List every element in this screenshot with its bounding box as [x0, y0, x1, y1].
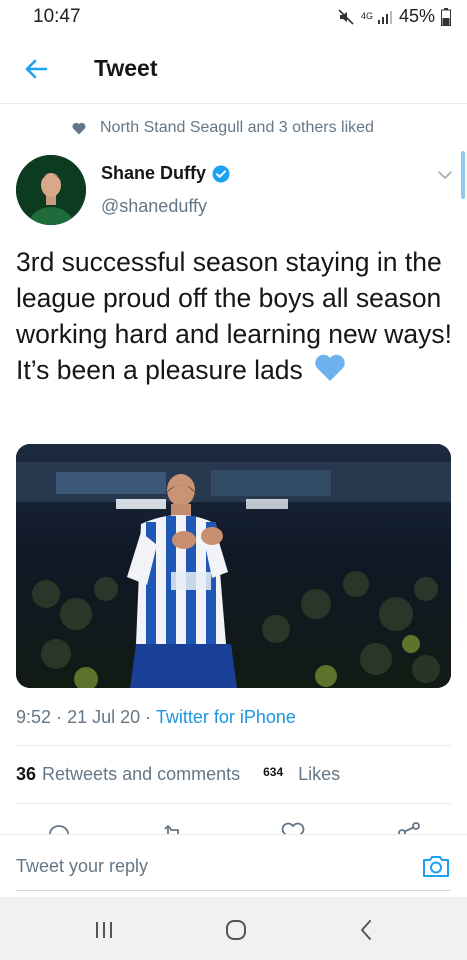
blue-heart-emoji-icon [315, 354, 345, 381]
network-type: 4G [360, 11, 373, 21]
reply-bar: Tweet your reply [0, 834, 467, 896]
reply-underline [16, 890, 451, 891]
tweet-actions [0, 818, 467, 834]
meta-separator: · [56, 707, 63, 727]
tweet-source-link[interactable]: Twitter for iPhone [156, 707, 296, 727]
tweet-body: 3rd successful season staying in the lea… [16, 247, 453, 385]
divider [16, 745, 451, 746]
social-context-text: North Stand Seagull and 3 others liked [100, 119, 374, 136]
status-time: 10:47 [33, 6, 81, 27]
arrow-left-icon[interactable] [20, 53, 52, 85]
status-bar: 10:47 4G 45% [0, 0, 467, 31]
battery-icon [441, 7, 451, 26]
avatar-image [16, 155, 86, 225]
verified-badge-icon [212, 165, 230, 182]
tweet-media-photo[interactable] [16, 444, 451, 688]
retweets-count: 36 [16, 764, 37, 784]
tweet-meta: 9:52 · 21 Jul 20 · Twitter for iPhone [16, 707, 296, 728]
signal-icon [377, 10, 392, 24]
status-icons: 4G 45% [337, 6, 451, 27]
retweets-stat[interactable]: 36 Retweets and comments [16, 764, 240, 785]
app-header: Tweet [0, 31, 467, 104]
mute-icon [338, 8, 354, 25]
reply-icon[interactable] [46, 820, 72, 834]
retweet-icon[interactable] [160, 820, 186, 834]
author-name-text: Shane Duffy [101, 163, 207, 183]
tweet-date: 21 Jul 20 [67, 707, 141, 727]
likes-count[interactable]: 634 [254, 766, 292, 784]
retweets-label: Retweets and comments [42, 764, 241, 784]
camera-icon[interactable] [420, 850, 452, 882]
scrollbar-thumb[interactable] [461, 151, 465, 199]
tweet-stats: 36 Retweets and comments 634 Likes [16, 764, 340, 785]
divider [16, 803, 451, 804]
home-icon[interactable] [222, 916, 250, 944]
tweet-time: 9:52 [16, 707, 52, 727]
author-name[interactable]: Shane Duffy [101, 163, 230, 184]
battery-percent: 45% [398, 6, 435, 26]
reply-input[interactable]: Tweet your reply [16, 856, 148, 877]
media-image [16, 444, 451, 688]
back-nav-icon[interactable] [352, 916, 380, 944]
recent-apps-icon[interactable] [90, 916, 118, 944]
author-handle[interactable]: @shaneduffy [101, 196, 207, 217]
like-icon[interactable] [280, 820, 306, 834]
page-title: Tweet [94, 55, 158, 81]
heart-icon [72, 122, 86, 134]
social-context[interactable]: North Stand Seagull and 3 others liked [72, 119, 374, 137]
meta-separator: · [145, 707, 152, 727]
likes-label[interactable]: Likes [298, 764, 340, 785]
tweet-text: 3rd successful season staying in the lea… [16, 244, 456, 388]
chevron-down-icon[interactable] [435, 165, 455, 185]
avatar[interactable] [16, 155, 86, 225]
share-icon[interactable] [396, 820, 422, 834]
system-nav-bar [0, 897, 467, 960]
